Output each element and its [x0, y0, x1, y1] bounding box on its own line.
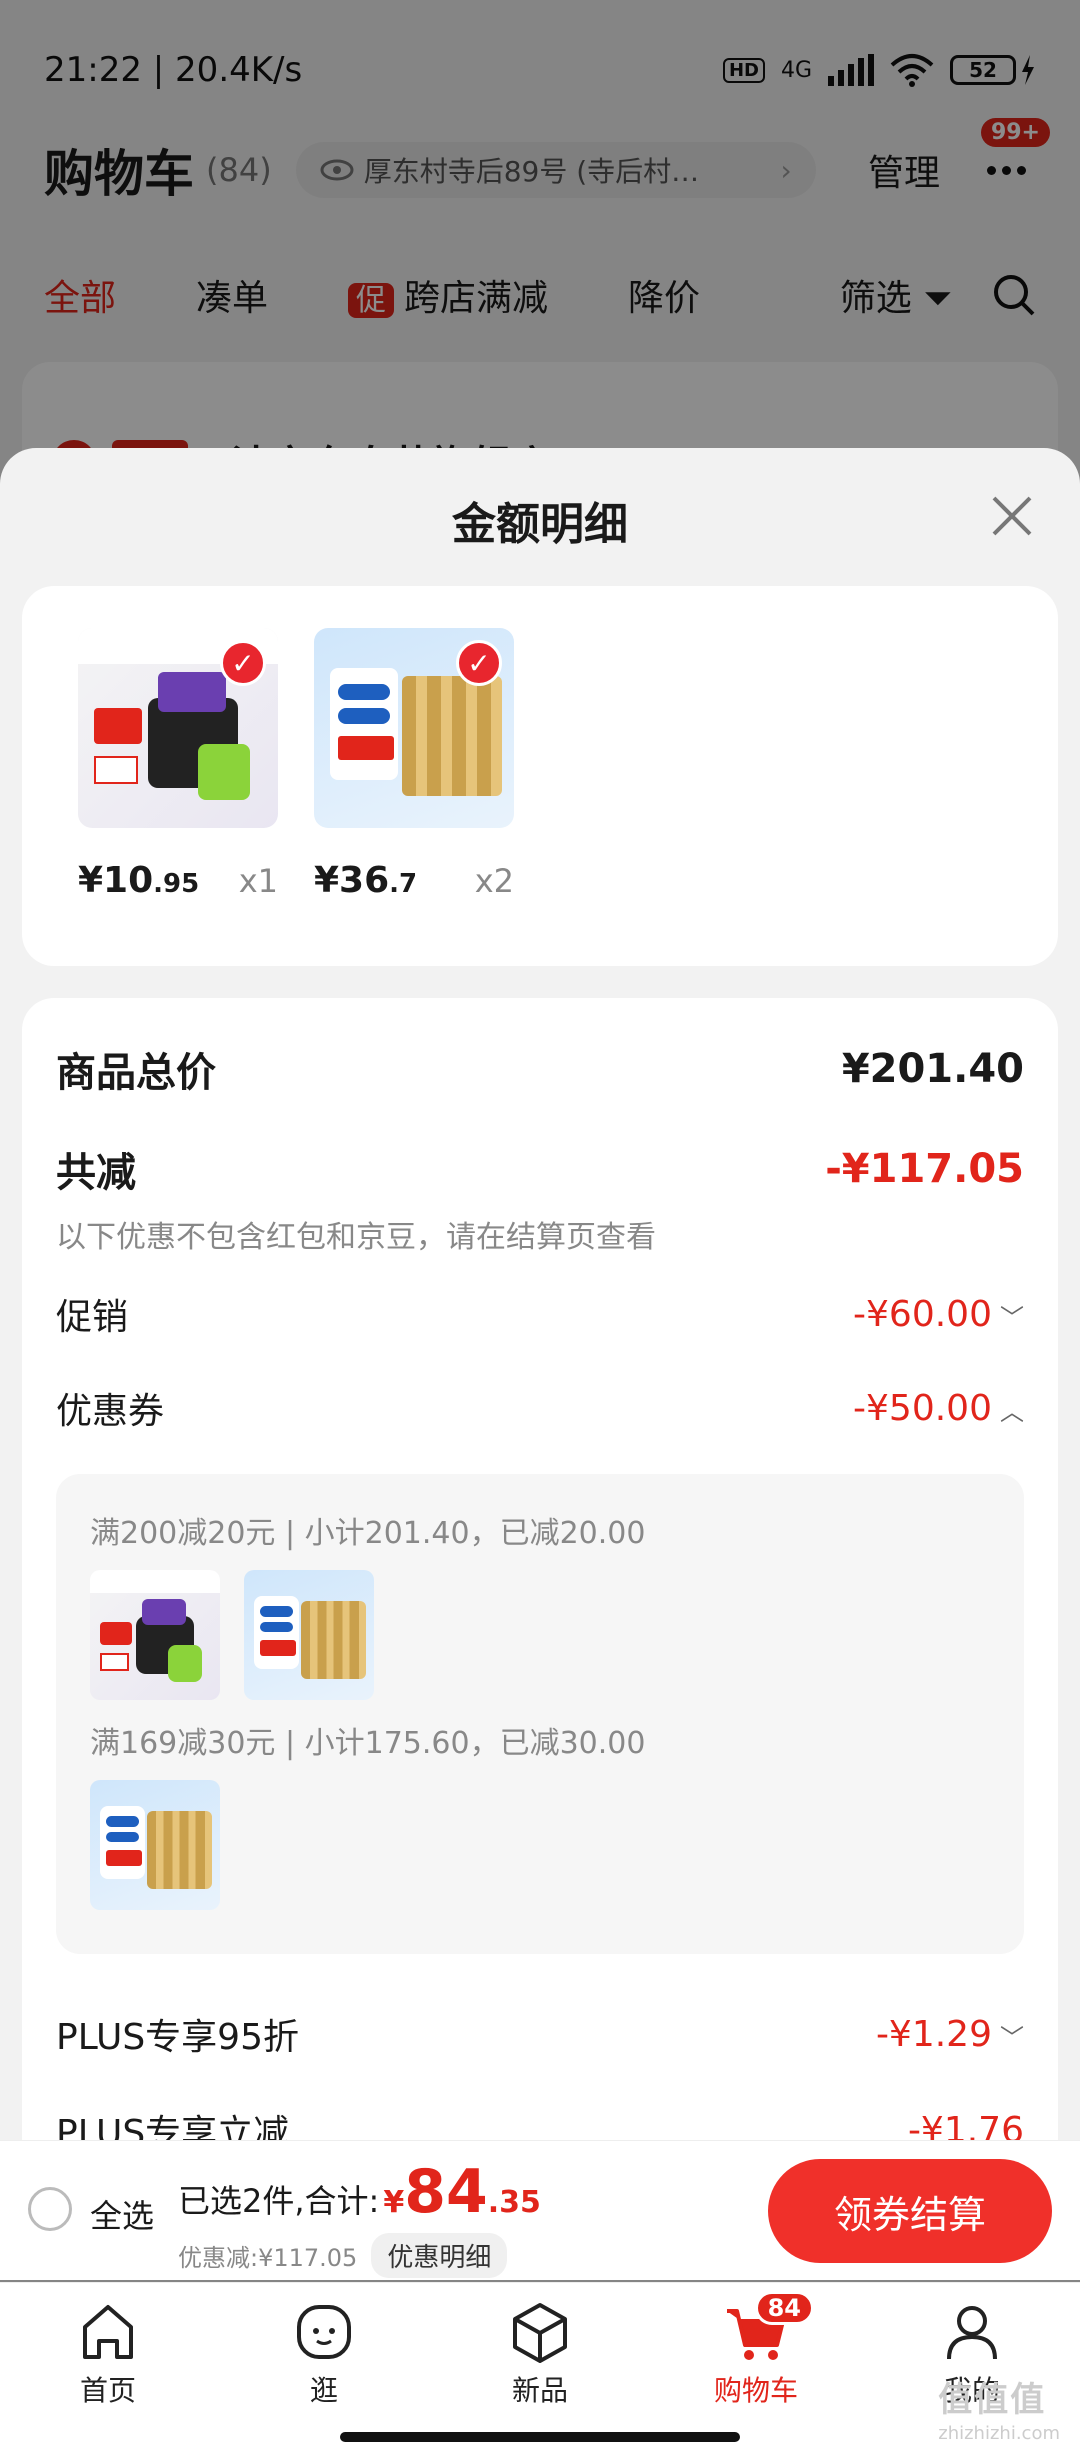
promotion-row[interactable]: 促销 -¥60.00 ﹀: [56, 1288, 1024, 1340]
chevron-up-icon: ︿: [1000, 1397, 1024, 1426]
total-price-value: ¥201.40: [841, 1046, 1024, 1092]
discount-detail-button[interactable]: 优惠明细: [371, 2233, 508, 2278]
selected-item[interactable]: ✓ ¥10.95 x1: [78, 628, 278, 901]
tab-browse[interactable]: 逛: [254, 2297, 394, 2409]
selected-total: 已选2件,合计: ¥ 84 .35: [178, 2157, 541, 2227]
select-all-checkbox[interactable]: [28, 2187, 72, 2231]
total-reduction-row: 共减 -¥117.05: [56, 1146, 1024, 1196]
coupon-rule: 满200减20元 | 小计201.40，已减20.00: [90, 1516, 646, 1551]
checkmark-icon: ✓: [456, 640, 502, 686]
person-icon: [947, 2306, 997, 2360]
product-image-tissue: ✓: [314, 628, 514, 828]
selected-item[interactable]: ✓ ¥36.7 x2: [314, 628, 514, 901]
reduction-note: 以下优惠不包含红包和京豆，请在结算页查看: [56, 1220, 656, 1255]
item-quantity: x1: [238, 862, 278, 900]
total-price-row: 商品总价 ¥201.40: [56, 1046, 1024, 1096]
product-image-trash-bags: ✓: [78, 628, 278, 828]
product-thumb-tissue: [244, 1570, 374, 1700]
total-amount: 84: [404, 2157, 488, 2227]
chevron-down-icon: ﹀: [1000, 1303, 1024, 1332]
promotion-value: -¥60.00: [853, 1293, 992, 1335]
item-quantity: x2: [474, 862, 514, 900]
cart-count-badge: 84: [754, 2291, 814, 2325]
product-thumb-tissue: [90, 1780, 220, 1910]
item-price: ¥10.95: [78, 860, 200, 901]
discount-summary: 优惠减:¥117.05: [178, 2244, 358, 2272]
amount-breakdown-card: 商品总价 ¥201.40 共减 -¥117.05 以下优惠不包含红包和京豆，请在…: [22, 998, 1058, 2148]
checkout-button[interactable]: 领券结算: [768, 2159, 1052, 2263]
item-price: ¥36.7: [314, 860, 418, 901]
selected-items-card: ✓ ¥10.95 x1 ✓ ¥36.7 x2: [22, 586, 1058, 966]
coupon-rule: 满169减30元 | 小计175.60，已减30.00: [90, 1726, 646, 1761]
coupon-row[interactable]: 优惠券 -¥50.00 ︿: [56, 1382, 1024, 1434]
coupon-detail-box: 满200减20元 | 小计201.40，已减20.00 满169减30元 | 小…: [56, 1474, 1024, 1954]
checkmark-icon: ✓: [220, 640, 266, 686]
cube-icon: [513, 2303, 567, 2363]
tab-new[interactable]: 新品: [470, 2297, 610, 2409]
watermark: 值值值 zhizhizhi.com: [938, 2380, 1060, 2444]
chevron-down-icon: ﹀: [1000, 2023, 1024, 2052]
close-icon[interactable]: [988, 492, 1036, 540]
browse-face-icon: [297, 2305, 351, 2359]
coupon-value: -¥50.00: [853, 1387, 992, 1429]
tab-home[interactable]: 首页: [38, 2297, 178, 2409]
plus-95-value: -¥1.29: [875, 2013, 992, 2055]
checkout-bar: 全选 已选2件,合计: ¥ 84 .35 优惠减:¥117.05 优惠明细 领券…: [0, 2140, 1080, 2280]
total-reduction-value: -¥117.05: [825, 1146, 1024, 1192]
plus-95-discount-row[interactable]: PLUS专享95折 -¥1.29 ﹀: [56, 2008, 1024, 2060]
home-indicator[interactable]: [340, 2432, 740, 2442]
amount-detail-sheet: 金额明细 ✓ ¥10.95 x1 ✓ ¥36.7 x2 商品总价 ¥201.40…: [0, 448, 1080, 2148]
select-all-label[interactable]: 全选: [90, 2191, 154, 2237]
sheet-title: 金额明细: [452, 499, 628, 550]
product-thumb-trash-bags: [90, 1570, 220, 1700]
tab-cart[interactable]: 购物车 84: [686, 2291, 826, 2409]
home-icon: [83, 2305, 133, 2359]
